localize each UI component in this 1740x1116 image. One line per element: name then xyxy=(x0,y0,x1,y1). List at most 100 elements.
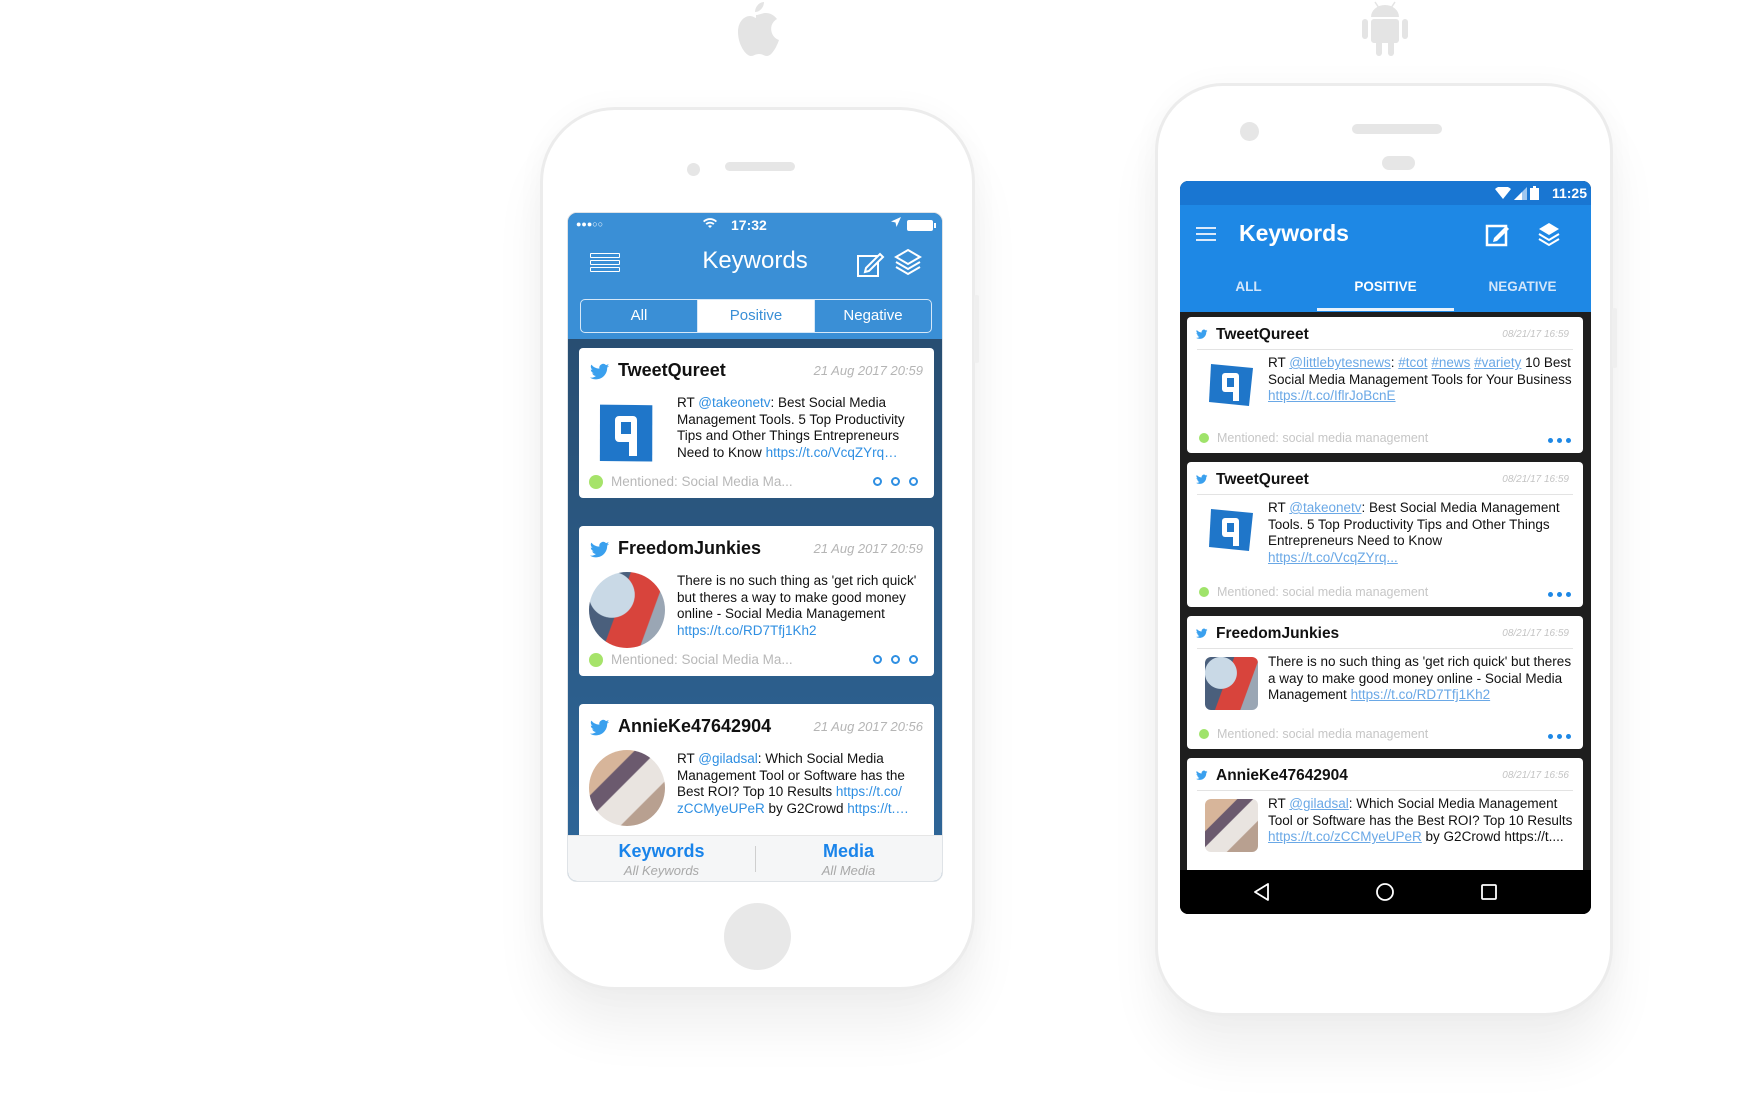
tweet-card[interactable]: TweetQureet 08/21/17 16:59 RT @littlebyt… xyxy=(1187,317,1583,453)
home-button[interactable] xyxy=(724,903,791,970)
tweet-link[interactable]: @littlebytesnews xyxy=(1289,355,1391,370)
tweet-text: There is no such thing as 'get rich quic… xyxy=(1268,654,1573,704)
tweet-text: RT @giladsal: Which Social Media Managem… xyxy=(677,751,927,817)
tweet-card[interactable]: FreedomJunkies 08/21/17 16:59 There is n… xyxy=(1187,616,1583,749)
tweet-link[interactable]: https://t.co/RD7Tfj1Kh2 xyxy=(1351,687,1491,702)
tweet-card[interactable]: AnnieKe47642904 08/21/17 16:56 RT @gilad… xyxy=(1187,758,1583,870)
layers-icon[interactable] xyxy=(893,247,923,277)
freedomjunkies-avatar xyxy=(589,572,665,648)
mention-label: Mentioned: social media management xyxy=(1199,431,1428,445)
segment-all[interactable]: All xyxy=(581,300,698,332)
status-dot xyxy=(589,474,603,489)
tweet-link[interactable]: @takeonetv xyxy=(1289,500,1361,515)
compose-icon[interactable] xyxy=(1485,221,1511,247)
tweet-text-segment: There is no such thing as 'get rich quic… xyxy=(677,573,917,621)
tweet-card[interactable]: TweetQureet 21 Aug 2017 20:59 RT @takeon… xyxy=(579,348,934,498)
android-device-frame: 11:25 Keywords ALL POSITIVE NEGATIVE Twe… xyxy=(1155,83,1617,1016)
ios-tab-bar: Keywords All Keywords Media All Media xyxy=(568,835,942,881)
tweet-card[interactable]: TweetQureet 08/21/17 16:59 RT @takeonetv… xyxy=(1187,462,1583,607)
segment-negative[interactable]: Negative xyxy=(815,300,931,332)
tweet-date: 08/21/17 16:59 xyxy=(1502,329,1569,340)
tweet-text-segment: RT xyxy=(1268,500,1290,515)
tweet-link[interactable]: https://t.co/zCCMyeUPeR xyxy=(1268,829,1422,844)
tweet-card[interactable]: FreedomJunkies 21 Aug 2017 20:59 There i… xyxy=(579,526,934,676)
android-nav-bar xyxy=(1180,870,1591,914)
tweet-author[interactable]: AnnieKe47642904 xyxy=(1216,767,1348,785)
tab-all[interactable]: ALL xyxy=(1180,265,1317,312)
tab-media[interactable]: Media All Media xyxy=(755,836,942,881)
tab-keywords[interactable]: Keywords All Keywords xyxy=(568,836,755,881)
tweet-link[interactable]: https://t.co/RD7Tfj1Kh2 xyxy=(677,623,817,638)
tab-positive[interactable]: POSITIVE xyxy=(1317,265,1454,312)
tweet-date: 08/21/17 16:59 xyxy=(1502,474,1569,485)
tweet-link[interactable]: https://t.co/VcqZYrq... xyxy=(1268,550,1398,565)
segment-positive[interactable]: Positive xyxy=(698,300,815,332)
tweet-card[interactable]: AnnieKe47642904 21 Aug 2017 20:56 RT @gi… xyxy=(579,704,934,837)
more-options-button[interactable] xyxy=(873,477,918,486)
tweet-date: 21 Aug 2017 20:56 xyxy=(813,719,923,734)
tweet-text: RT @takeonetv: Best Social Media Managem… xyxy=(677,395,927,461)
tweet-date: 08/21/17 16:59 xyxy=(1502,628,1569,639)
tweet-author[interactable]: TweetQureet xyxy=(1216,471,1309,489)
tab-negative[interactable]: NEGATIVE xyxy=(1454,265,1591,312)
tweet-date: 21 Aug 2017 20:59 xyxy=(813,541,923,556)
recents-icon[interactable] xyxy=(1477,880,1501,904)
twitter-bird-icon xyxy=(590,363,610,380)
tweet-link[interactable]: https://t.… xyxy=(847,801,909,816)
twitter-bird-icon xyxy=(1196,628,1208,638)
earpiece-speaker xyxy=(1352,124,1442,134)
tweetqureet-logo-avatar xyxy=(1209,364,1253,406)
side-button xyxy=(974,295,979,363)
battery-icon xyxy=(907,220,936,231)
compose-icon[interactable] xyxy=(856,249,886,279)
android-logo-icon xyxy=(1362,1,1408,56)
ios-tweet-list[interactable]: TweetQureet 21 Aug 2017 20:59 RT @takeon… xyxy=(568,339,942,837)
android-tweet-list[interactable]: TweetQureet 08/21/17 16:59 RT @littlebyt… xyxy=(1180,312,1591,870)
tweet-text-segment: RT xyxy=(1268,355,1290,370)
wifi-icon xyxy=(1495,186,1511,199)
ios-header: ●●●○○ 17:32 Keywords All Positive Negati… xyxy=(568,213,942,339)
card-divider xyxy=(1197,349,1573,350)
twitter-bird-icon xyxy=(1196,474,1208,484)
tweet-link[interactable]: #variety xyxy=(1474,355,1521,370)
tweet-text: There is no such thing as 'get rich quic… xyxy=(677,573,927,639)
signal-icon xyxy=(1514,186,1527,200)
tweet-link[interactable]: #news xyxy=(1431,355,1470,370)
more-options-button[interactable] xyxy=(873,655,918,664)
tweet-author[interactable]: TweetQureet xyxy=(618,360,726,381)
mention-label: Mentioned: social media management xyxy=(1199,585,1428,599)
tweet-author[interactable]: AnnieKe47642904 xyxy=(618,716,771,737)
segmented-control: All Positive Negative xyxy=(580,299,932,333)
freedomjunkies-avatar xyxy=(1205,657,1258,710)
menu-icon[interactable] xyxy=(1196,227,1216,241)
tweet-author[interactable]: FreedomJunkies xyxy=(618,538,761,559)
tweet-link[interactable]: @giladsal xyxy=(1289,796,1348,811)
home-icon[interactable] xyxy=(1373,880,1397,904)
tweet-author[interactable]: TweetQureet xyxy=(1216,326,1309,344)
back-icon[interactable] xyxy=(1250,880,1274,904)
mention-label: Mentioned: social media management xyxy=(1199,727,1428,741)
tweet-text-segment: by G2Crowd xyxy=(764,800,848,816)
card-divider xyxy=(1197,648,1573,649)
more-options-button[interactable] xyxy=(1548,438,1571,443)
tweet-link[interactable]: #tcot xyxy=(1398,355,1427,370)
tweet-text-segment: RT xyxy=(1268,796,1290,811)
tweet-date: 08/21/17 16:56 xyxy=(1502,770,1569,781)
apple-logo-icon xyxy=(738,2,779,56)
tweet-link[interactable]: @takeonetv xyxy=(698,395,770,410)
layers-icon[interactable] xyxy=(1537,221,1561,247)
card-divider xyxy=(1197,494,1573,495)
twitter-bird-icon xyxy=(590,719,610,736)
anniek-avatar xyxy=(589,750,665,826)
tweet-link[interactable]: https://t.co/IflrJoBcnE xyxy=(1268,388,1396,403)
tweet-link[interactable]: https://t.co/VcqZYrq… xyxy=(766,445,898,460)
more-options-button[interactable] xyxy=(1548,592,1571,597)
tweet-link[interactable]: @giladsal xyxy=(698,751,757,766)
status-time: 11:25 xyxy=(1551,185,1587,201)
tweet-author[interactable]: FreedomJunkies xyxy=(1216,625,1339,643)
tweetqureet-logo-avatar xyxy=(599,404,653,462)
more-options-button[interactable] xyxy=(1548,734,1571,739)
twitter-bird-icon xyxy=(590,541,610,558)
side-button xyxy=(1612,308,1617,368)
ios-screen: ●●●○○ 17:32 Keywords All Positive Negati… xyxy=(567,212,943,882)
